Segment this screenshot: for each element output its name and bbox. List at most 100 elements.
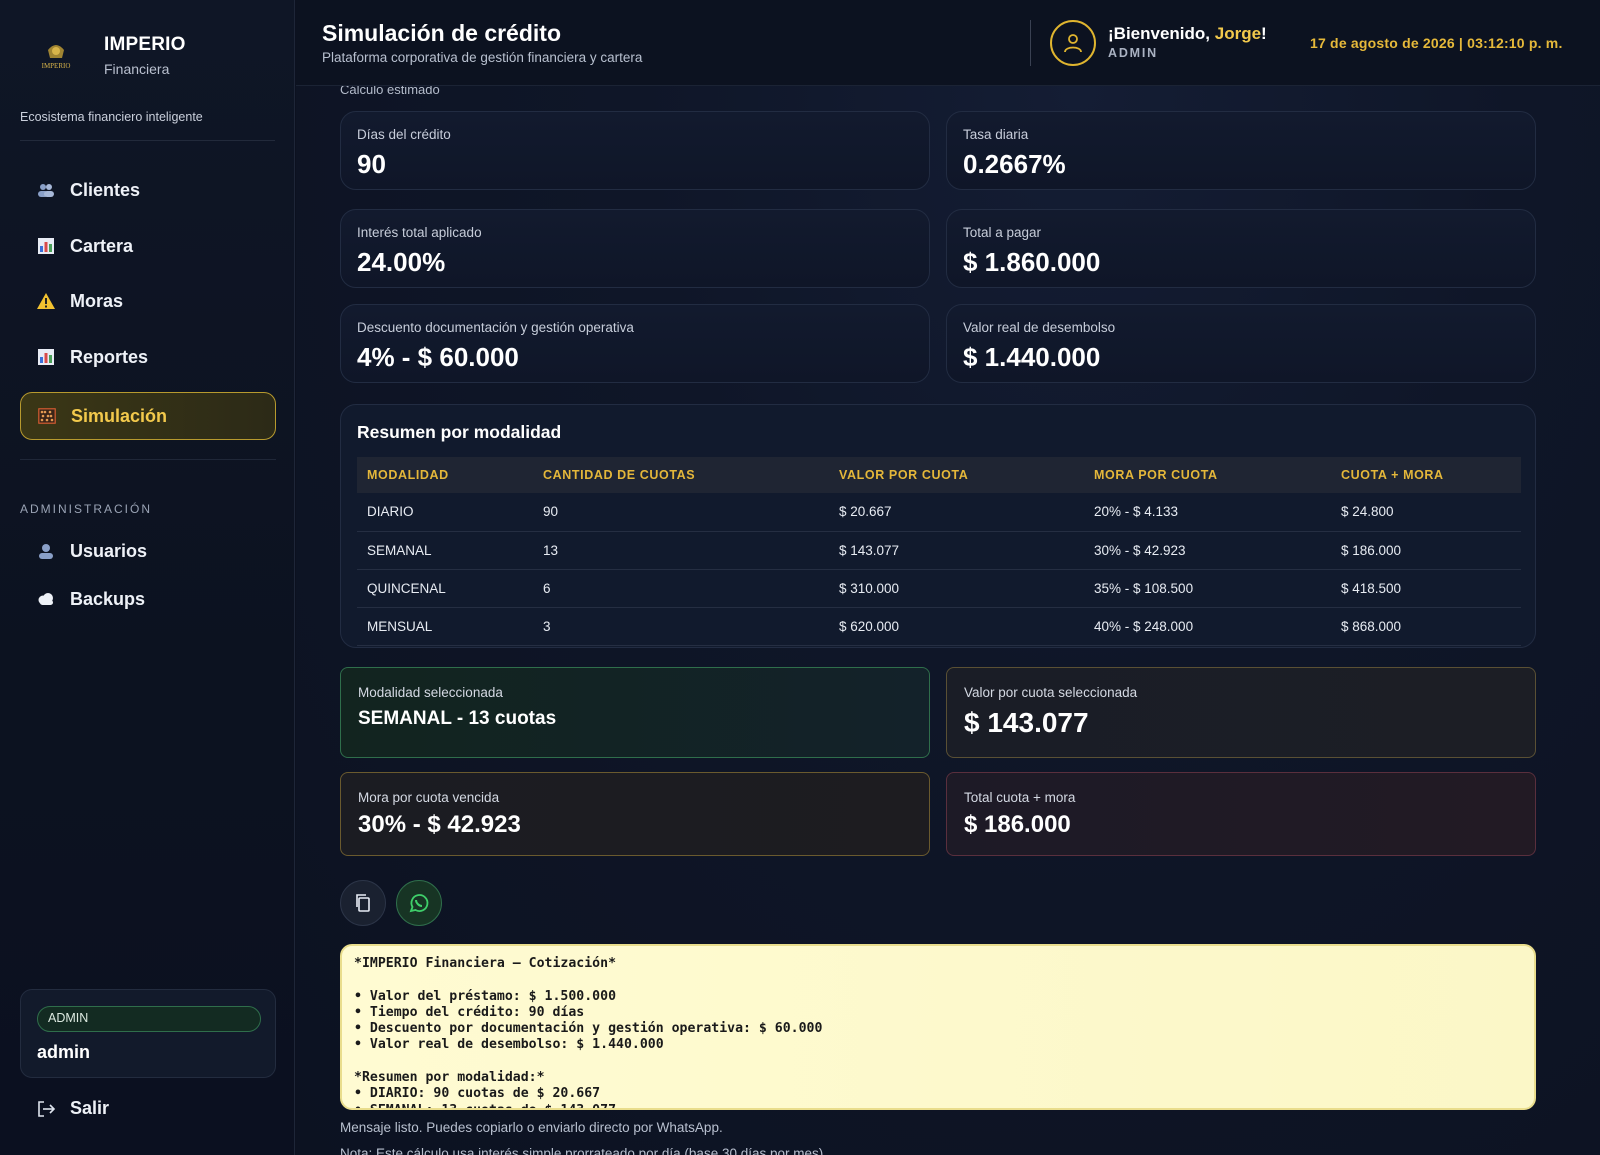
users-icon [36,180,56,200]
user-name: admin [37,1042,91,1062]
summary-table: MODALIDAD CANTIDAD DE CUOTAS VALOR POR C… [357,457,1521,646]
sidebar-item-cartera[interactable]: Cartera [20,222,276,270]
sidebar-item-simulacion[interactable]: Simulación [20,392,276,440]
cell: $ 310.000 [829,569,1084,608]
header-divider [1030,20,1031,66]
stat-label: Tasa diaria [963,127,1029,142]
whatsapp-button[interactable] [396,880,442,926]
tagline: Ecosistema financiero inteligente [20,110,275,141]
sidebar-item-backups[interactable]: Backups [20,575,276,623]
page-subtitle: Plataforma corporativa de gestión financ… [322,50,643,65]
sidebar-item-label: Reportes [70,346,149,367]
welcome-name: Jorge [1214,24,1262,43]
header-role: ADMIN [1108,46,1158,60]
message-textarea[interactable]: *IMPERIO Financiera — Cotización* • Valo… [340,944,1536,1110]
cell: 30% - $ 42.923 [1084,531,1331,570]
total-mora-card: Total cuota + mora $ 186.000 [946,772,1536,856]
stat-label: Total a pagar [963,225,1042,240]
cell: SEMANAL [357,531,533,570]
col-mora: MORA POR CUOTA [1084,457,1331,493]
selected-modalidad-card: Modalidad seleccionada SEMANAL - 13 cuot… [340,667,930,758]
cell: 13 [533,531,829,570]
nav-divider [20,459,276,460]
sidebar-item-moras[interactable]: Moras [20,277,276,325]
cell: 90 [533,493,829,532]
logout-icon [36,1099,56,1119]
col-valor: VALOR POR CUOTA [829,457,1084,493]
cell: 6 [533,569,829,608]
header: Simulación de crédito Plataforma corpora… [296,0,1600,86]
stat-value: 90 [357,149,386,179]
message-text: *IMPERIO Financiera — Cotización* • Valo… [354,956,823,1108]
cloud-icon [36,589,56,609]
table-header-row: MODALIDAD CANTIDAD DE CUOTAS VALOR POR C… [357,457,1521,493]
cell: 3 [533,607,829,646]
selection-label: Valor por cuota seleccionada [964,685,1138,700]
cell: QUINCENAL [357,569,533,608]
user-card: ADMIN admin [20,989,276,1078]
mora-card: Mora por cuota vencida 30% - $ 42.923 [340,772,930,856]
table-row[interactable]: DIARIO 90 $ 20.667 20% - $ 4.133 $ 24.80… [357,493,1521,532]
brand[interactable]: IMPERIO IMPERIO Financiera [36,34,186,77]
sidebar-item-clientes[interactable]: Clientes [20,166,276,214]
main-content: Cálculo estimado Días del crédito 90 Tas… [296,86,1600,1155]
table-row[interactable]: QUINCENAL 6 $ 310.000 35% - $ 108.500 $ … [357,569,1521,608]
sidebar-item-reportes[interactable]: Reportes [20,333,276,381]
stat-value: $ 1.440.000 [963,342,1101,372]
logout-button[interactable]: Salir [36,1098,109,1119]
selection-label: Modalidad seleccionada [358,685,503,700]
logout-label: Salir [70,1098,110,1118]
stat-desembolso: Valor real de desembolso $ 1.440.000 [946,304,1536,383]
sidebar-item-label: Moras [70,290,124,311]
sidebar-item-label: Clientes [70,179,141,200]
cell: MENSUAL [357,607,533,646]
sidebar-item-label: Cartera [70,235,134,256]
chart-icon [36,236,56,256]
copy-button[interactable] [340,880,386,926]
stat-total: Total a pagar $ 1.860.000 [946,209,1536,288]
chart-icon [36,347,56,367]
stat-label: Descuento documentación y gestión operat… [357,320,634,335]
cell: $ 620.000 [829,607,1084,646]
cell: $ 143.077 [829,531,1084,570]
sidebar-item-usuarios[interactable]: Usuarios [20,527,276,575]
copy-icon [356,894,370,912]
summary-title: Resumen por modalidad [357,422,562,442]
whatsapp-icon [409,894,429,913]
user-icon [1064,34,1082,53]
selection-label: Mora por cuota vencida [358,790,500,805]
note-text: Nota: Este cálculo usa interés simple pr… [340,1146,827,1155]
status-message: Mensaje listo. Puedes copiarlo o enviarl… [340,1120,723,1135]
cell: $ 24.800 [1331,493,1521,532]
stat-value: 0.2667% [963,149,1066,179]
stat-descuento: Descuento documentación y gestión operat… [340,304,930,383]
summary-panel: Resumen por modalidad MODALIDAD CANTIDAD… [340,404,1536,648]
svg-text:IMPERIO: IMPERIO [42,62,71,70]
stat-value: 4% - $ 60.000 [357,342,519,372]
brand-logo: IMPERIO [36,36,76,76]
selection-value: 30% - $ 42.923 [358,811,521,838]
stat-value: $ 1.860.000 [963,247,1101,277]
col-modalidad: MODALIDAD [357,457,533,493]
datetime: 17 de agosto de 2026 | 03:12:10 p. m. [1310,35,1563,51]
selection-label: Total cuota + mora [964,790,1076,805]
selection-value: SEMANAL - 13 cuotas [358,708,557,729]
cell: $ 186.000 [1331,531,1521,570]
nav-section-admin: ADMINISTRACIÓN [20,502,153,516]
selected-valor-card: Valor por cuota seleccionada $ 143.077 [946,667,1536,758]
cell: 40% - $ 248.000 [1084,607,1331,646]
stat-value: 24.00% [357,247,446,277]
sidebar-item-label: Simulación [71,405,168,426]
stat-label: Interés total aplicado [357,225,482,240]
table-row[interactable]: SEMANAL 13 $ 143.077 30% - $ 42.923 $ 18… [357,531,1521,570]
sidebar-item-label: Usuarios [70,540,148,561]
page-title: Simulación de crédito [322,20,561,46]
brand-name: IMPERIO [104,34,186,55]
avatar[interactable] [1050,20,1096,66]
cell: $ 868.000 [1331,607,1521,646]
selection-value: $ 186.000 [964,811,1071,838]
stat-tasa: Tasa diaria 0.2667% [946,111,1536,190]
stat-dias: Días del crédito 90 [340,111,930,190]
table-row[interactable]: MENSUAL 3 $ 620.000 40% - $ 248.000 $ 86… [357,607,1521,646]
cell: $ 20.667 [829,493,1084,532]
